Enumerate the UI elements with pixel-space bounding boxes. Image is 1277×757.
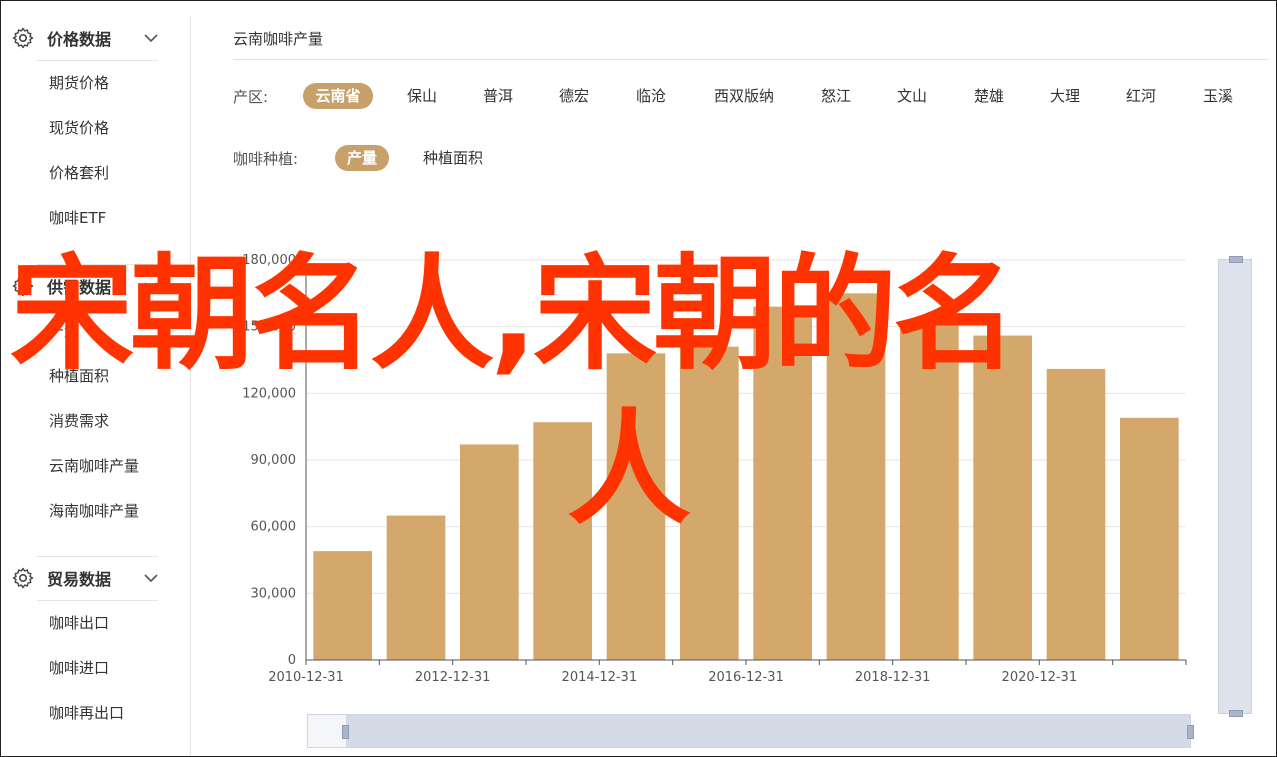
sidebar-item-yunnan-production[interactable]: 云南咖啡产量 <box>49 455 139 477</box>
vertical-zoom-slider[interactable] <box>1218 256 1252 717</box>
horizontal-zoom-slider[interactable] <box>307 714 1194 748</box>
section-title: 价格数据 <box>47 30 112 49</box>
sidebar-item-coffee-export[interactable]: 咖啡出口 <box>49 612 109 634</box>
section-title: 贸易数据 <box>47 570 112 589</box>
bar <box>460 444 519 660</box>
zoom-handle-bottom[interactable] <box>1229 710 1243 717</box>
y-tick-label: 30,000 <box>251 586 297 601</box>
y-tick-label: 0 <box>288 653 296 668</box>
chevron-down-icon <box>144 34 158 43</box>
section-price-data[interactable]: 价格数据 <box>11 16 159 60</box>
sidebar-item-hainan-production[interactable]: 海南咖啡产量 <box>49 500 139 522</box>
sidebar-item-spot-price[interactable]: 现货价格 <box>49 117 109 139</box>
sidebar-item-coffee-reexport[interactable]: 咖啡再出口 <box>49 702 124 724</box>
bar <box>386 515 446 660</box>
gear-icon <box>12 567 34 589</box>
sidebar-item-consumption[interactable]: 消费需求 <box>49 410 109 432</box>
x-tick-label: 2010-12-31 <box>268 670 344 685</box>
gear-icon <box>12 27 34 49</box>
chevron-down-icon <box>144 574 158 583</box>
sidebar-item-coffee-import[interactable]: 咖啡进口 <box>49 657 109 679</box>
x-tick-label: 2016-12-31 <box>708 670 784 685</box>
bar <box>1046 368 1106 660</box>
y-tick-label: 90,000 <box>251 453 297 468</box>
x-tick-label: 2018-12-31 <box>855 670 931 685</box>
x-tick-label: 2014-12-31 <box>562 670 638 685</box>
overlay-title-line1: 宋朝名人,宋朝的名 <box>10 243 1017 387</box>
bar <box>313 551 372 660</box>
bar <box>680 346 739 660</box>
divider <box>37 60 158 61</box>
y-tick-label: 120,000 <box>242 386 296 401</box>
zoom-handle-top[interactable] <box>1229 256 1243 263</box>
y-tick-label: 60,000 <box>251 520 297 535</box>
zoom-handle-right[interactable] <box>1187 725 1194 739</box>
x-tick-label: 2020-12-31 <box>1002 670 1078 685</box>
bar <box>1120 417 1179 660</box>
zoom-range-fill <box>346 715 1190 747</box>
section-trade-data[interactable]: 贸易数据 <box>11 556 159 600</box>
sidebar-item-futures-price[interactable]: 期货价格 <box>49 72 109 94</box>
x-tick-label: 2012-12-31 <box>415 670 491 685</box>
overlay-title-line2: 人 <box>567 398 691 542</box>
sidebar-item-coffee-etf[interactable]: 咖啡ETF <box>49 207 106 229</box>
zoom-handle-left[interactable] <box>342 725 349 739</box>
divider <box>37 600 158 601</box>
sidebar-item-price-arbitrage[interactable]: 价格套利 <box>49 162 109 184</box>
